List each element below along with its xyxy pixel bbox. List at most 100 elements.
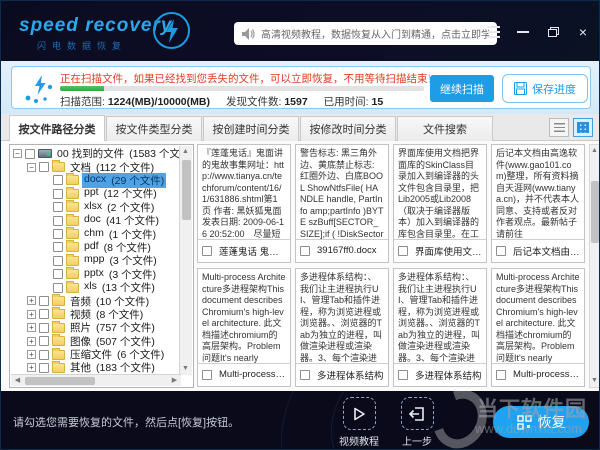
file-checkbox[interactable] <box>202 246 212 256</box>
tree-item-others[interactable]: +其他(183 个文件) <box>12 361 179 374</box>
menu-icon[interactable] <box>485 25 501 39</box>
checkbox[interactable] <box>53 229 63 239</box>
expand-icon[interactable]: + <box>27 337 36 346</box>
tree-item-found-files[interactable]: −00 找到的文件(1583 个文件) <box>12 147 179 160</box>
collapse-icon[interactable]: − <box>27 163 36 172</box>
file-card[interactable]: Multi-process Architecture多进程架构This docu… <box>197 268 291 387</box>
tree-item-doc[interactable]: −doc(41 个文件) <box>12 214 179 227</box>
tree-horizontal-scrollbar[interactable]: ◀ ▶ <box>11 374 181 386</box>
tab-by-file-path[interactable]: 按文件路径分类 <box>9 115 105 141</box>
collapse-icon[interactable]: − <box>13 149 22 158</box>
tutorial-notice-banner[interactable]: 高清视频教程，数据恢复从入门到精通，点击立即学习！ <box>234 22 497 45</box>
tree-item-audio[interactable]: +音频(10 个文件) <box>12 294 179 307</box>
checkbox[interactable] <box>39 350 49 360</box>
scroll-up-icon[interactable]: ▲ <box>179 146 192 158</box>
folder-icon <box>66 229 79 239</box>
scrollbar-thumb[interactable] <box>25 377 95 385</box>
folder-icon <box>66 269 79 279</box>
continue-scan-button[interactable]: 继续扫描 <box>430 75 494 102</box>
tab-by-modify-time[interactable]: 按修改时间分类 <box>300 116 396 141</box>
tree-item-chm[interactable]: −chm(1 个文件) <box>12 227 179 240</box>
expand-icon[interactable]: + <box>27 363 36 372</box>
file-checkbox[interactable] <box>398 246 408 256</box>
file-card[interactable]: 界面库使用文档把界面库的SkinClass目录加入到编译器的头文件包含目录里，把… <box>393 144 487 263</box>
tree-item-images[interactable]: +图像(507 个文件) <box>12 334 179 347</box>
tree-item-video[interactable]: +视频(8 个文件) <box>12 308 179 321</box>
scroll-up-icon[interactable]: ▲ <box>588 145 600 157</box>
checkbox[interactable] <box>39 309 49 319</box>
file-card[interactable]: 警告标志: 黑三角外边、黄底禁止标志: 红圈外边、白底BOOL ShowNtfs… <box>295 144 389 263</box>
file-card[interactable]: 多进程体系结构：、我们让主进程执行UI、管理Tab和插件进程，称为浏览进程或浏览… <box>295 268 389 387</box>
tree-item-mpp[interactable]: −mpp(3 个文件) <box>12 254 179 267</box>
elapsed-time-label: 已用时间: <box>324 96 369 108</box>
tab-by-create-time[interactable]: 按创建时间分类 <box>203 116 299 141</box>
checkbox[interactable] <box>39 363 49 373</box>
expand-icon[interactable]: + <box>27 350 36 359</box>
file-card[interactable]: Multi-process Architecture多进程架构This docu… <box>491 268 585 387</box>
checkbox[interactable] <box>53 242 63 252</box>
tree-item-pdf[interactable]: −pdf(8 个文件) <box>12 241 179 254</box>
grid-view-icon[interactable] <box>573 118 593 137</box>
file-card[interactable]: 后记本文档由高逸软件(www.gao101.com)整理，所有资料摘自天涯网(w… <box>491 144 585 263</box>
tree-item-documents[interactable]: −文档(112 个文件) <box>12 160 179 173</box>
checkbox[interactable] <box>53 175 63 185</box>
checkbox[interactable] <box>39 336 49 346</box>
folder-icon <box>52 336 65 346</box>
scrollbar-thumb[interactable] <box>591 181 599 243</box>
tree-item-docx[interactable]: −docx(29 个文件) <box>12 174 179 187</box>
file-checkbox[interactable] <box>496 246 506 256</box>
file-checkbox[interactable] <box>300 370 310 380</box>
scan-progress-fill <box>60 86 104 91</box>
recover-button[interactable]: 恢复 <box>493 406 589 438</box>
list-view-icon[interactable] <box>549 118 569 137</box>
file-preview-text: 『莲蓬鬼话』鬼面讲的鬼故事集网址：http://www.tianya.cn/te… <box>198 145 290 239</box>
expand-icon[interactable]: + <box>27 323 36 332</box>
file-checkbox[interactable] <box>300 246 310 256</box>
restore-icon[interactable] <box>545 25 561 39</box>
file-checkbox[interactable] <box>398 370 408 380</box>
checkbox[interactable] <box>25 149 35 159</box>
elapsed-time-value: 15 <box>372 96 384 108</box>
checkbox[interactable] <box>53 202 63 212</box>
checkbox[interactable] <box>39 296 49 306</box>
checkbox[interactable] <box>53 216 63 226</box>
app-logo: speed recovery 闪电数据恢复 <box>19 15 172 52</box>
scroll-right-icon[interactable]: ▶ <box>168 375 181 387</box>
video-tutorial-label: 视频教程 <box>339 433 379 448</box>
checkbox[interactable] <box>39 162 49 172</box>
file-name: Multi-process Arc... <box>513 369 580 380</box>
tree-vertical-scrollbar[interactable]: ▲ ▼ <box>179 146 192 375</box>
tab-by-file-type[interactable]: 按文件类型分类 <box>106 116 202 141</box>
tree-item-xlsx[interactable]: −xlsx(2 个文件) <box>12 201 179 214</box>
expand-icon[interactable]: + <box>27 310 36 319</box>
scroll-left-icon[interactable]: ◀ <box>11 375 24 387</box>
tree-item-archives[interactable]: +压缩文件(6 个文件) <box>12 348 179 361</box>
checkbox[interactable] <box>53 256 63 266</box>
expand-icon[interactable]: + <box>27 296 36 305</box>
tree-item-xls[interactable]: −xls(13 个文件) <box>12 281 179 294</box>
close-icon[interactable]: × <box>575 25 591 39</box>
checkbox[interactable] <box>53 283 63 293</box>
minimize-icon[interactable] <box>515 25 531 39</box>
scroll-down-icon[interactable]: ▼ <box>588 375 600 387</box>
scrollbar-thumb[interactable] <box>182 160 191 220</box>
file-card[interactable]: 『莲蓬鬼话』鬼面讲的鬼故事集网址：http://www.tianya.cn/te… <box>197 144 291 263</box>
video-tutorial-button[interactable]: 视频教程 <box>339 397 379 448</box>
tree-item-ppt[interactable]: −ppt(12 个文件) <box>12 187 179 200</box>
file-checkbox[interactable] <box>496 370 506 380</box>
file-card[interactable]: 多进程体系结构：、我们让主进程执行UI、管理Tab和插件进程，称为浏览进程或浏览… <box>393 268 487 387</box>
tree-item-photos[interactable]: +照片(757 个文件) <box>12 321 179 334</box>
checkbox[interactable] <box>39 323 49 333</box>
scan-spark-icon <box>22 74 60 104</box>
checkbox[interactable] <box>53 189 63 199</box>
folder-icon <box>66 175 79 185</box>
tab-file-search[interactable]: 文件搜索 <box>397 116 493 141</box>
file-checkbox[interactable] <box>202 370 212 380</box>
tree-item-pptx[interactable]: −pptx(3 个文件) <box>12 268 179 281</box>
save-progress-button[interactable]: 保存进度 <box>502 74 588 103</box>
previous-step-button[interactable]: 上一步 <box>397 397 437 448</box>
grid-vertical-scrollbar[interactable]: ▲ ▼ <box>589 144 600 388</box>
previous-step-label: 上一步 <box>397 433 437 448</box>
scan-status-box: 正在扫描文件，如果已经找到您丢失的文件，可以立即恢复，不用等待扫描结束！ 扫描范… <box>11 66 591 109</box>
checkbox[interactable] <box>53 269 63 279</box>
